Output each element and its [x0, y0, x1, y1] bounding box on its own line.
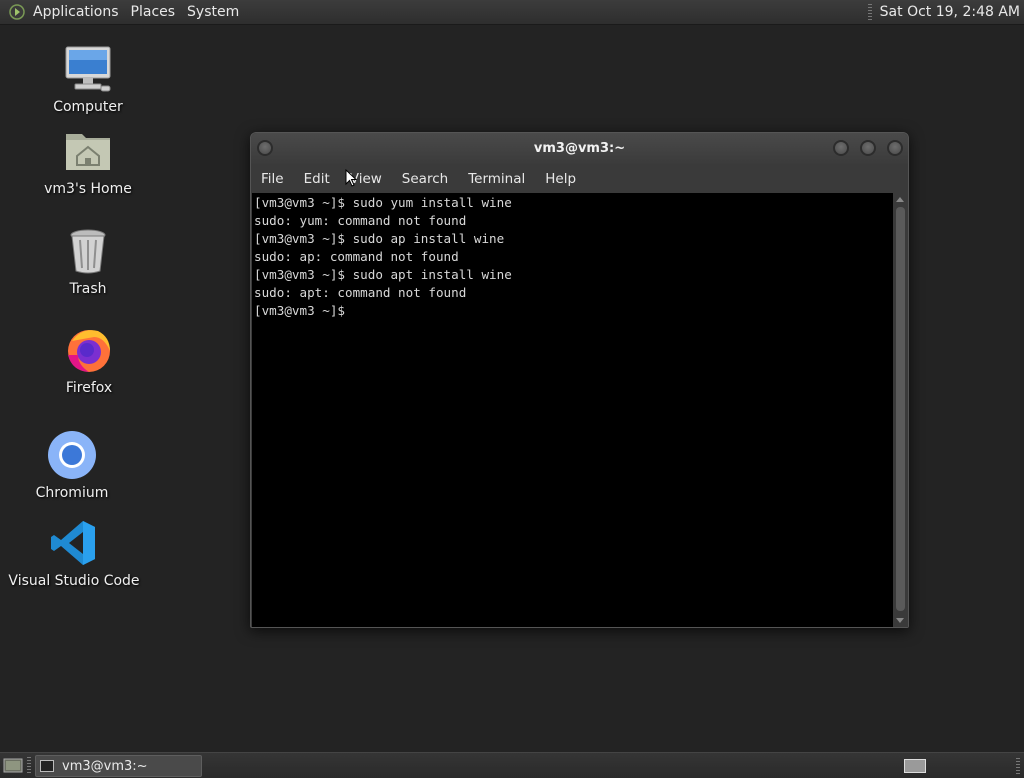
computer-icon	[63, 44, 113, 94]
system-menu[interactable]: System	[181, 0, 245, 24]
desktop-icon-home[interactable]: vm3's Home	[18, 126, 158, 197]
menu-file[interactable]: File	[251, 171, 294, 187]
desktop-icon-vscode[interactable]: Visual Studio Code	[4, 518, 144, 589]
desktop-icon-firefox[interactable]: Firefox	[19, 325, 159, 396]
terminal-window[interactable]: vm3@vm3:~ File Edit View Search Terminal…	[250, 132, 909, 628]
taskbar-window-button[interactable]: vm3@vm3:~	[35, 755, 202, 777]
applications-icon[interactable]	[9, 4, 25, 20]
close-button[interactable]	[887, 140, 903, 156]
menu-help[interactable]: Help	[535, 171, 586, 187]
panel-handle	[1016, 758, 1020, 774]
scroll-up-arrow-icon[interactable]	[896, 197, 904, 202]
scroll-down-arrow-icon[interactable]	[896, 618, 904, 623]
home-folder-icon	[63, 126, 113, 176]
firefox-icon	[64, 325, 114, 375]
terminal-line: sudo: apt: command not found	[254, 285, 467, 300]
terminal-icon	[40, 760, 54, 772]
scrollbar-thumb[interactable]	[896, 207, 905, 611]
applications-menu[interactable]: Applications	[27, 0, 125, 24]
mouse-pointer-icon	[345, 169, 357, 187]
vscode-icon	[49, 518, 99, 568]
bottom-panel: vm3@vm3:~	[0, 752, 1024, 778]
top-panel: Applications Places System Sat Oct 19, 2…	[0, 0, 1024, 25]
show-desktop-icon[interactable]	[3, 757, 23, 774]
desktop-icon-computer[interactable]: Computer	[18, 44, 158, 115]
panel-menu-bar: Applications Places System	[0, 0, 245, 24]
desktop-icon-label: Trash	[69, 281, 107, 297]
maximize-button[interactable]	[860, 140, 876, 156]
desktop-icon-label: Chromium	[35, 485, 109, 501]
window-title: vm3@vm3:~	[533, 141, 626, 156]
desktop-icon-chromium[interactable]: Chromium	[2, 430, 142, 501]
terminal-line: [vm3@vm3 ~]$ sudo ap install wine	[254, 231, 505, 246]
window-titlebar[interactable]: vm3@vm3:~	[251, 133, 908, 164]
panel-separator	[867, 4, 872, 20]
terminal-output[interactable]: [vm3@vm3 ~]$ sudo yum install wine sudo: …	[252, 193, 893, 627]
terminal-line: [vm3@vm3 ~]$ sudo yum install wine	[254, 195, 512, 210]
chromium-icon	[47, 430, 97, 480]
places-menu[interactable]: Places	[125, 0, 182, 24]
clock[interactable]: Sat Oct 19, 2:48 AM	[880, 4, 1020, 20]
terminal-scrollbar[interactable]	[893, 193, 908, 627]
trash-icon	[63, 226, 113, 276]
terminal-line: sudo: yum: command not found	[254, 213, 467, 228]
terminal-line: sudo: ap: command not found	[254, 249, 459, 264]
workspace-switcher[interactable]	[904, 759, 926, 773]
menu-terminal[interactable]: Terminal	[458, 171, 535, 187]
desktop-icon-trash[interactable]: Trash	[18, 226, 158, 297]
desktop-icon-label: Visual Studio Code	[8, 573, 140, 589]
desktop-icon-label: Firefox	[65, 380, 113, 396]
terminal-prompt-line: [vm3@vm3 ~]$	[254, 303, 353, 318]
menu-edit[interactable]: Edit	[294, 171, 340, 187]
taskbar-separator	[27, 757, 31, 775]
taskbar-window-label: vm3@vm3:~	[62, 758, 148, 774]
menu-search[interactable]: Search	[392, 171, 458, 187]
terminal-line: [vm3@vm3 ~]$ sudo apt install wine	[254, 267, 512, 282]
minimize-button[interactable]	[833, 140, 849, 156]
desktop-icon-label: Computer	[53, 99, 123, 115]
desktop-icon-label: vm3's Home	[44, 181, 132, 197]
